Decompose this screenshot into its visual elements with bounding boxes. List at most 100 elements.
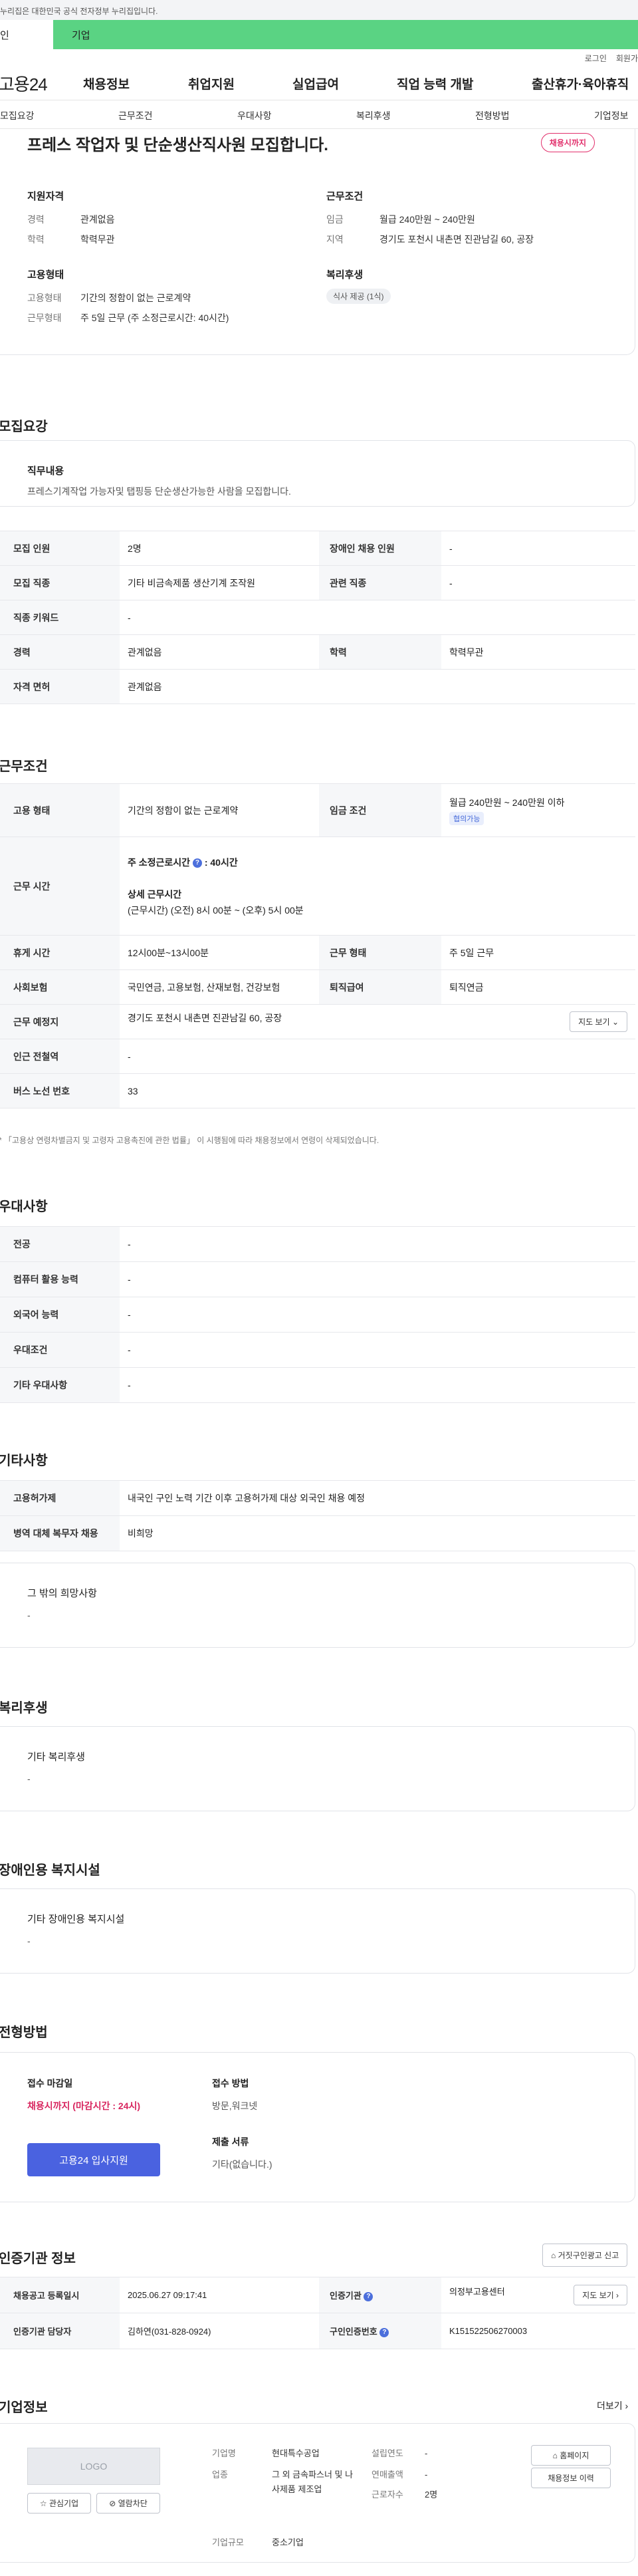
row-label: 관련 직종 <box>319 565 441 600</box>
etc-heading: 기타사항 <box>0 1454 48 1468</box>
emp-shape: 근무형태 주 5일 근무 (주 소정근로시간: 40시간) <box>27 313 229 323</box>
gnb-jobs[interactable]: 채용정보 <box>83 74 130 92</box>
tab-business[interactable]: 기업 <box>53 20 133 49</box>
more-link[interactable]: 더보기 › <box>597 2399 628 2412</box>
favorite-company-button[interactable]: ☆ 관심기업 <box>27 2493 91 2513</box>
row-value: 2명 <box>120 531 319 566</box>
lnb-conditions[interactable]: 근무조건 <box>118 109 153 122</box>
qual-career: 경력 관계없음 <box>27 214 115 225</box>
hours-week-label: 주 소정근로시간 <box>128 856 191 868</box>
gnb-unemployment-benefit[interactable]: 실업급여 <box>292 74 339 92</box>
signup-link[interactable]: 회원가 <box>616 53 638 64</box>
row-value: - <box>441 565 635 600</box>
lnb-welfare[interactable]: 복리후생 <box>356 109 391 122</box>
hours-week-value: : 40시간 <box>204 856 238 868</box>
cond-location: 지역 경기도 포천시 내촌면 진관남길 60, 공장 <box>326 234 534 245</box>
login-link[interactable]: 로그인 <box>585 53 607 64</box>
row-label: 사회보험 <box>0 969 120 1005</box>
row-value: 내국인 구인 노력 기간 이후 고용허가제 대상 외국인 채용 예정 <box>120 1480 635 1516</box>
map-button[interactable]: 지도 보기 ⌄ <box>570 1011 627 1032</box>
row-label: 모집 인원 <box>0 531 120 566</box>
lnb-company[interactable]: 기업정보 <box>594 109 629 122</box>
cert-table: 채용공고 등록일시 2025.06.27 09:17:41 인증기관 ? 의정부고… <box>0 2277 635 2349</box>
table-row: 외국어 능력 - <box>0 1297 635 1333</box>
row-label: 병역 대체 복무자 채용 <box>0 1515 120 1551</box>
row-value: 국민연금, 고용보험, 산재보험, 건강보험 <box>120 969 319 1005</box>
duty-box: 직무내용 프레스기계작업 가능자및 탭핑등 단순생산가능한 사람을 모집합니다. <box>0 440 635 507</box>
gnb-parental-leave[interactable]: 출산휴가·육아휴직 <box>532 74 629 92</box>
block-icon: ⊘ <box>109 2499 116 2508</box>
block-company-button[interactable]: ⊘ 열람차단 <box>96 2493 160 2513</box>
site-logo[interactable]: 고용24 <box>0 71 48 96</box>
hours-cell: 주 소정근로시간 ? : 40시간 상세 근무시간 (근무시간) (오전) 8시… <box>120 837 635 936</box>
row-label: 장애인 채용 인원 <box>319 531 441 566</box>
company-industry: 업종 그 외 금속파스너 및 나사제품 제조업 <box>212 2470 354 2494</box>
wish-title: 그 밖의 희망사항 <box>27 1588 97 1599</box>
lnb-preference[interactable]: 우대사항 <box>237 109 272 122</box>
wish-box: 그 밖의 희망사항 - <box>0 1563 635 1648</box>
row-value: - <box>120 1367 635 1403</box>
utility-links: 로그인 회원가 <box>0 49 638 66</box>
agency-map-button[interactable]: 지도 보기 › <box>574 2285 627 2305</box>
docs-label: 제출 서류 <box>212 2136 249 2147</box>
recruit-table: 모집 인원 2명 장애인 채용 인원 - 모집 직종 기타 비금속제품 생산기계 조작… <box>0 531 635 704</box>
wage-value: 월급 240만원 ~ 240만원 이하 <box>449 797 565 808</box>
qual-education: 학력 학력무관 <box>27 234 115 245</box>
wage-cell: 월급 240만원 ~ 240만원 이하협의가능 <box>441 783 635 837</box>
row-value: - <box>120 1297 635 1333</box>
homepage-button[interactable]: ⌂ 홈페이지 <box>531 2445 611 2466</box>
help-icon[interactable]: ? <box>364 2291 373 2301</box>
row-value: 기간의 정함이 없는 근로계약 <box>120 783 319 837</box>
conditions-heading: 근무조건 <box>326 191 364 202</box>
place-value: 경기도 포천시 내촌면 진관남길 60, 공장 <box>128 1013 282 1023</box>
row-value: - <box>120 1039 635 1074</box>
row-label: 외국어 능력 <box>0 1297 120 1333</box>
table-row: 근무 예정지 경기도 포천시 내촌면 진관남길 60, 공장 지도 보기 ⌄ <box>0 1004 635 1039</box>
table-row: 사회보험 국민연금, 고용보험, 산재보험, 건강보험 퇴직급여 퇴직연금 <box>0 969 635 1005</box>
table-row: 인증기관 담당자 김하연(031-828-0924) 구인인증번호 ? K1515… <box>0 2313 635 2349</box>
row-value: 12시00분~13시00분 <box>120 935 319 970</box>
apply-button[interactable]: 고용24 입사지원 <box>27 2143 160 2176</box>
welfare-value: - <box>27 1773 31 1784</box>
method-value: 방문,워크넷 <box>212 2101 258 2111</box>
row-label: 우대조건 <box>0 1332 120 1368</box>
method-label: 접수 방법 <box>212 2078 249 2089</box>
help-icon[interactable]: ? <box>192 858 202 868</box>
row-value: - <box>120 1332 635 1368</box>
gnb-employment-support[interactable]: 취업지원 <box>188 74 235 92</box>
row-label: 버스 노선 번호 <box>0 1073 120 1108</box>
row-value: 비희망 <box>120 1515 635 1551</box>
selection-heading: 전형방법 <box>0 2025 48 2040</box>
home-icon: ⌂ <box>552 2451 558 2460</box>
welfare-title: 기타 복리후생 <box>27 1751 85 1763</box>
help-icon[interactable]: ? <box>379 2327 389 2337</box>
preference-heading: 우대사항 <box>0 1200 48 1214</box>
table-row: 근무 시간 주 소정근로시간 ? : 40시간 상세 근무시간 (근무시간) (… <box>0 837 635 936</box>
welfare-heading: 복리후생 <box>326 269 364 281</box>
agency-value: 의정부고용센터 <box>449 2287 505 2297</box>
table-row: 컴퓨터 활용 능력 - <box>0 1261 635 1297</box>
wish-value: - <box>27 1610 31 1620</box>
table-row: 병역 대체 복무자 채용 비희망 <box>0 1515 635 1551</box>
row-label: 임금 조건 <box>319 783 441 837</box>
lnb-selection[interactable]: 전형방법 <box>475 109 510 122</box>
negotiable-tag: 협의가능 <box>449 811 484 825</box>
gov-notice-text: 누리집은 대한민국 공식 전자정부 누리집입니다. <box>0 7 158 16</box>
preference-table: 전공 - 컴퓨터 활용 능력 - 외국어 능력 - 우대조건 - 기타 우대사항 - <box>0 1226 635 1403</box>
row-label: 구인인증번호 ? <box>319 2313 441 2349</box>
row-label: 인근 전철역 <box>0 1039 120 1074</box>
row-label: 자격 면허 <box>0 669 120 704</box>
welfare-section-heading: 복리후생 <box>0 1701 48 1716</box>
row-label: 모집 직종 <box>0 565 120 600</box>
row-value: 관계없음 <box>120 669 635 704</box>
company-logo-placeholder: LOGO <box>27 2448 160 2485</box>
tab-individual[interactable]: 인 <box>0 20 53 49</box>
report-button[interactable]: ⌂ 거짓구인광고 신고 <box>542 2244 628 2267</box>
deadline-label: 접수 마감일 <box>27 2078 73 2089</box>
row-value: 관계없음 <box>120 634 319 670</box>
job-history-button[interactable]: 채용정보 이력 <box>531 2468 611 2488</box>
qualification-heading: 지원자격 <box>27 191 64 202</box>
chevron-right-icon: › <box>616 2291 619 2300</box>
gnb-vocational-training[interactable]: 직업 능력 개발 <box>397 74 473 92</box>
lnb-recruit[interactable]: 모집요강 <box>0 109 35 122</box>
